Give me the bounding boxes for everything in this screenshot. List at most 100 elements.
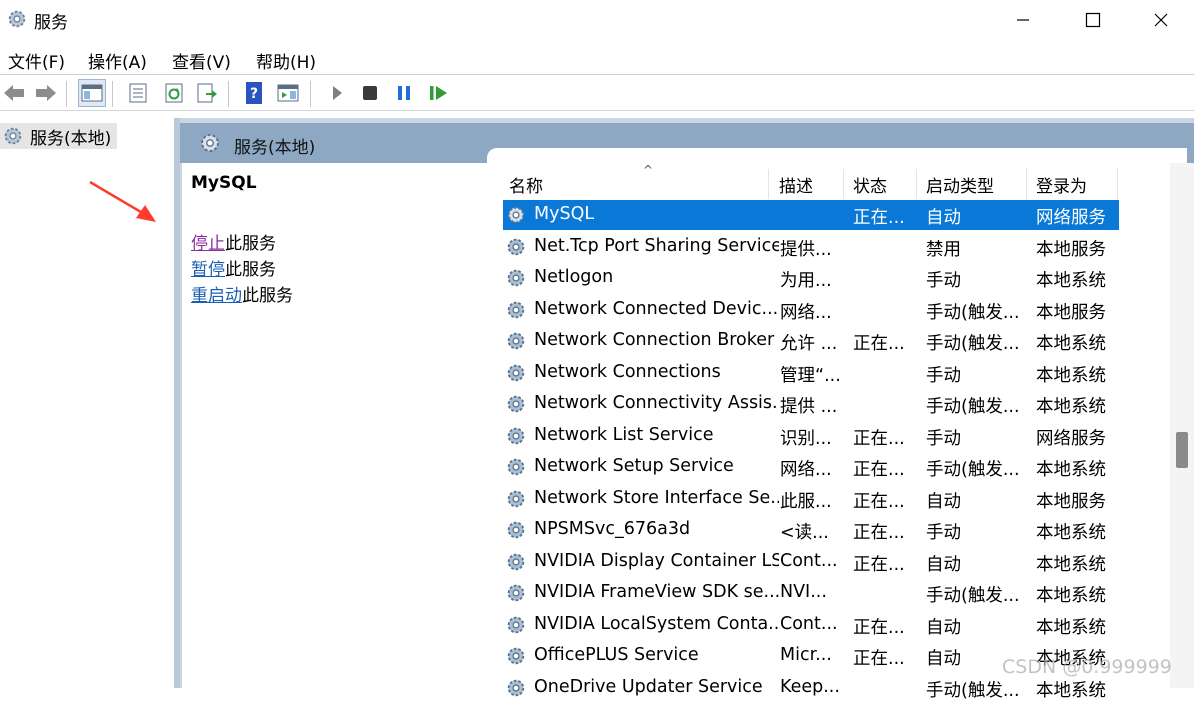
- pause-service-button[interactable]: [390, 79, 418, 107]
- cell-desc: 为用...: [780, 271, 832, 291]
- title-bar: 服务: [0, 0, 1194, 40]
- service-gear-icon: [507, 458, 525, 476]
- toolbar-border: [0, 110, 1194, 111]
- service-row[interactable]: NPSMSvc_676a3d <读... 正在... 手动 本地系统: [503, 515, 1119, 545]
- column-header-name[interactable]: ^ 名称: [503, 163, 769, 199]
- service-row[interactable]: Network Setup Service 网络... 正在... 手动(触发... 本…: [503, 452, 1119, 482]
- maximize-icon: [1085, 12, 1101, 28]
- minimize-button[interactable]: [988, 0, 1058, 40]
- cell-logon: 网络服务: [1036, 428, 1106, 449]
- start-service-button[interactable]: [323, 79, 351, 107]
- restart-service-link[interactable]: 重启动: [191, 286, 242, 306]
- description-pane: MySQL 停止此服务 暂停此服务 重启动此服务: [182, 163, 488, 688]
- column-header-description[interactable]: 描述: [773, 169, 844, 199]
- cell-logon: 本地系统: [1036, 460, 1106, 480]
- cell-status: 正在...: [853, 523, 905, 543]
- properties-icon: [129, 83, 147, 103]
- cell-status: 正在...: [853, 554, 905, 575]
- column-header-status[interactable]: 状态: [847, 169, 917, 199]
- column-header-label: 描述: [779, 176, 813, 197]
- cell-startup: 手动: [926, 428, 961, 449]
- maximize-button[interactable]: [1058, 0, 1128, 40]
- cell-startup: 手动: [926, 365, 961, 386]
- forward-button[interactable]: [32, 79, 60, 107]
- pause-service-icon: [398, 86, 410, 100]
- service-gear-icon: [507, 395, 525, 413]
- cell-status: 正在...: [853, 428, 905, 449]
- help-button[interactable]: ?: [240, 79, 268, 107]
- column-header-logon[interactable]: 登录为: [1030, 169, 1118, 199]
- gear-icon: [4, 127, 22, 145]
- cell-logon: 本地系统: [1036, 334, 1106, 354]
- stop-service-button[interactable]: [356, 79, 384, 107]
- service-gear-icon: [507, 332, 525, 350]
- menu-file[interactable]: 文件(F): [8, 48, 65, 73]
- action-pane-button[interactable]: [274, 79, 302, 107]
- service-row[interactable]: NVIDIA Display Container LS Cont... 正在... 自…: [503, 547, 1119, 577]
- service-row[interactable]: MySQL 正在... 自动 网络服务: [503, 200, 1119, 230]
- service-gear-icon: [507, 238, 525, 255]
- column-header-startup-type[interactable]: 启动类型: [920, 169, 1027, 199]
- service-row[interactable]: Network Store Interface Se... 此服... 正在... 自…: [503, 484, 1119, 514]
- cell-status: 正在...: [853, 334, 905, 354]
- service-row[interactable]: Network Connection Broker 允许 ... 正在... 手动(触…: [503, 326, 1119, 356]
- cell-name: Network Connection Broker: [534, 330, 775, 350]
- service-row[interactable]: Network Connectivity Assis... 提供 ... 手动(触发…: [503, 389, 1119, 419]
- menu-bar: 文件(F) 操作(A) 查看(V) 帮助(H): [0, 42, 1194, 74]
- service-row[interactable]: Net.Tcp Port Sharing Service 提供... 禁用 本地服务: [503, 232, 1119, 262]
- scrollbar-thumb[interactable]: [1176, 432, 1188, 468]
- stop-service-icon: [363, 86, 377, 100]
- resume-service-button[interactable]: [425, 79, 453, 107]
- close-icon: [1154, 13, 1168, 27]
- service-row[interactable]: NVIDIA FrameView SDK se... NVI... 手动(触发...…: [503, 578, 1119, 608]
- stop-service-link[interactable]: 停止: [191, 234, 225, 254]
- service-row[interactable]: Network Connections 管理“... 手动 本地系统: [503, 358, 1119, 388]
- toolbar-separator: [310, 81, 311, 107]
- cell-desc: Keep...: [780, 676, 840, 697]
- menu-action[interactable]: 操作(A): [88, 48, 147, 73]
- tree-item-services-local[interactable]: 服务(本地): [0, 123, 118, 149]
- menu-view[interactable]: 查看(V): [172, 48, 231, 73]
- back-button[interactable]: [0, 79, 28, 107]
- service-row[interactable]: Netlogon 为用... 手动 本地系统: [503, 263, 1119, 293]
- cell-status: 正在...: [853, 208, 905, 228]
- service-gear-icon: [507, 647, 525, 665]
- export-list-button[interactable]: [193, 79, 221, 107]
- cell-desc: 提供...: [780, 239, 832, 260]
- menu-help[interactable]: 帮助(H): [256, 48, 316, 73]
- pause-service-link[interactable]: 暂停: [191, 260, 225, 280]
- cell-logon: 本地系统: [1036, 554, 1106, 575]
- cell-name: OneDrive Updater Service: [534, 676, 763, 697]
- cell-name: Netlogon: [534, 267, 614, 287]
- cell-status: 正在...: [853, 649, 905, 669]
- cell-startup: 自动: [926, 208, 961, 228]
- cell-logon: 本地系统: [1036, 680, 1106, 701]
- service-row[interactable]: Network List Service 识别... 正在... 手动 网络服务: [503, 421, 1119, 451]
- show-console-tree-button[interactable]: [78, 79, 106, 107]
- cell-logon: 本地系统: [1036, 617, 1106, 638]
- vertical-scrollbar[interactable]: [1170, 163, 1194, 688]
- refresh-icon: [165, 83, 183, 103]
- cell-startup: 手动(触发...: [926, 460, 1020, 480]
- service-gear-icon: [507, 521, 525, 539]
- selected-service-name: MySQL: [191, 173, 257, 193]
- cell-name: Network Store Interface Se...: [534, 487, 779, 508]
- cell-logon: 本地系统: [1036, 271, 1106, 291]
- restart-service-action: 重启动此服务: [191, 281, 293, 306]
- cell-logon: 本地系统: [1036, 523, 1106, 543]
- properties-button[interactable]: [124, 79, 152, 107]
- service-row[interactable]: NVIDIA LocalSystem Conta... Cont... 正在... 自…: [503, 610, 1119, 640]
- services-list: ^ 名称 描述 状态 启动类型 登录为 MySQL 正在... 自动 网络服务 Net.…: [487, 163, 1194, 701]
- cell-startup: 手动(触发...: [926, 334, 1020, 354]
- cell-name: Net.Tcp Port Sharing Service: [534, 235, 779, 256]
- refresh-button[interactable]: [160, 79, 188, 107]
- close-button[interactable]: [1126, 0, 1194, 40]
- cell-name: Network Setup Service: [534, 456, 734, 476]
- stop-service-action: 停止此服务: [191, 229, 276, 254]
- service-row[interactable]: Network Connected Devic... 网络... 手动(触发... 本…: [503, 295, 1119, 325]
- cell-name: NVIDIA FrameView SDK se...: [534, 582, 779, 602]
- column-header-label: 启动类型: [926, 176, 994, 197]
- console-tree-icon: [81, 84, 103, 102]
- cell-status: 正在...: [853, 617, 905, 638]
- column-header-label: 登录为: [1036, 176, 1087, 197]
